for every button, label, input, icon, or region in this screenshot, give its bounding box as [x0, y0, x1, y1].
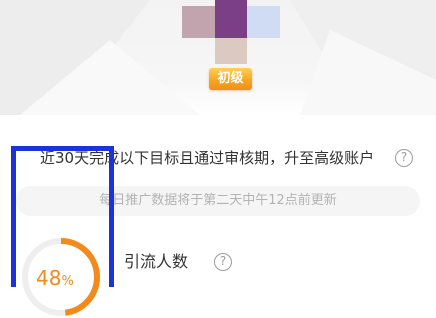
- account-level-badge: 初级: [209, 68, 252, 90]
- avatar-tile-center: [215, 0, 247, 38]
- help-question-icon[interactable]: ?: [214, 253, 232, 271]
- help-question-icon[interactable]: ?: [395, 149, 413, 167]
- selection-highlight-box: [11, 146, 114, 287]
- account-header: 初级: [0, 0, 436, 115]
- avatar-tile-bottom: [215, 38, 247, 64]
- avatar-tile-right: [247, 6, 280, 38]
- avatar-tile-left: [182, 6, 215, 38]
- traffic-count-label: 引流人数: [124, 252, 189, 271]
